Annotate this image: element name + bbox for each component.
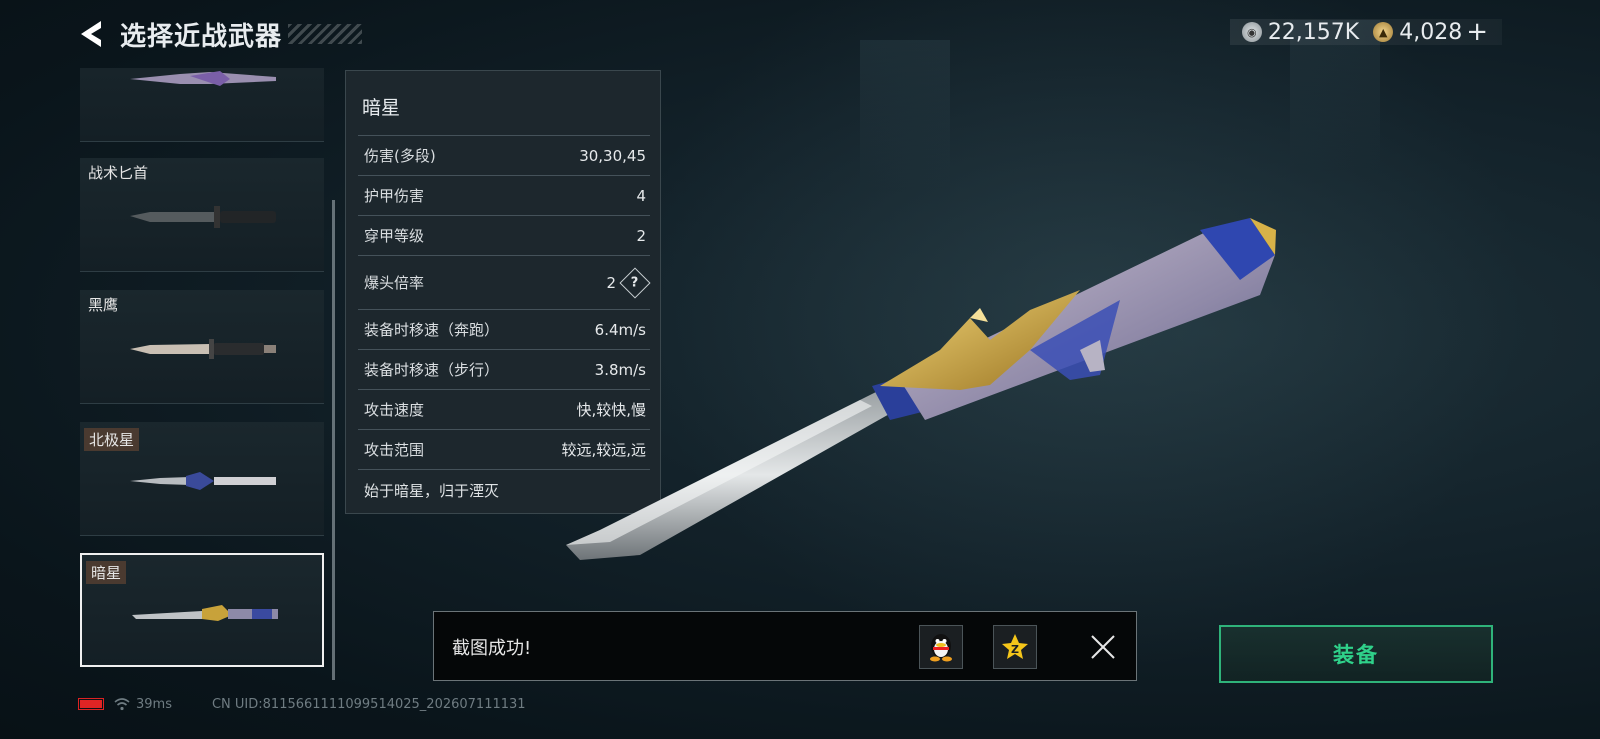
- weapon-info-title: 暗星: [362, 97, 401, 119]
- toast-message: 截图成功!: [452, 638, 532, 659]
- stat-label: 攻击范围: [364, 441, 425, 459]
- gold-coin-icon: ▲: [1373, 22, 1394, 42]
- knife-thumbnail-icon: [130, 71, 276, 86]
- close-icon[interactable]: [1086, 630, 1120, 664]
- back-button[interactable]: [78, 17, 108, 51]
- silver-currency-value: 22,157K: [1267, 19, 1360, 45]
- stat-label: 装备时移速（奔跑）: [364, 321, 500, 339]
- equip-button[interactable]: 装备: [1219, 625, 1493, 683]
- gold-currency-value: 4,028: [1399, 19, 1463, 45]
- weapon-card[interactable]: 黑鹰: [80, 290, 324, 404]
- stat-row: 伤害(多段) 30,30,45: [358, 135, 650, 175]
- weapon-name: 暗星: [86, 561, 127, 584]
- background-pillar: [860, 40, 950, 190]
- list-scrollbar[interactable]: [332, 200, 335, 680]
- battery-icon: [78, 698, 104, 710]
- weapon-list[interactable]: 战术匕首 黑鹰 北极星 暗星: [78, 68, 330, 688]
- stat-label: 伤害(多段): [364, 147, 436, 165]
- knife-thumbnail-icon: [130, 206, 276, 228]
- title-decoration: [288, 24, 363, 44]
- stat-value: 30,30,45: [579, 146, 646, 165]
- toast-notification: 截图成功! Z: [433, 611, 1137, 681]
- svg-text:Z: Z: [1011, 643, 1019, 656]
- stat-label: 穿甲等级: [364, 227, 425, 245]
- stat-label: 攻击速度: [364, 401, 425, 419]
- equip-label: 装备: [1333, 643, 1379, 667]
- knife-thumbnail-icon: [130, 339, 276, 359]
- currency-bar: ◉ 22,157K ▲ 4,028 +: [1229, 19, 1502, 45]
- weapon-card-selected[interactable]: 暗星: [80, 553, 324, 667]
- qq-penguin-icon: [930, 634, 952, 662]
- status-bar: 39ms CN UID:8115661111099514025_20260711…: [78, 696, 526, 712]
- qzone-star-icon: Z: [1002, 634, 1028, 659]
- weapon-card[interactable]: [80, 68, 324, 142]
- add-currency-button[interactable]: +: [1466, 19, 1488, 45]
- stat-label: 爆头倍率: [364, 274, 425, 292]
- weapon-name: 战术匕首: [88, 164, 149, 182]
- weapon-name: 黑鹰: [88, 296, 119, 314]
- page-title: 选择近战武器: [120, 21, 283, 52]
- ping-value: 39ms: [136, 696, 172, 712]
- share-qzone-button[interactable]: Z: [993, 625, 1037, 669]
- knife-thumbnail-icon: [132, 605, 278, 621]
- share-qq-button[interactable]: [919, 625, 963, 669]
- weapon-name: 北极星: [84, 428, 140, 451]
- knife-thumbnail-icon: [130, 472, 276, 490]
- stat-label: 装备时移速（步行）: [364, 361, 500, 379]
- wifi-icon: [114, 698, 130, 711]
- user-uid: CN UID:8115661111099514025_202607111131: [211, 696, 526, 712]
- silver-coin-icon: ◉: [1241, 22, 1262, 42]
- weapon-card[interactable]: 战术匕首: [80, 158, 324, 272]
- header: 选择近战武器: [78, 14, 363, 54]
- weapon-card[interactable]: 北极星: [80, 422, 324, 536]
- back-arrow-icon: [81, 21, 101, 47]
- weapon-preview-knife-icon: [566, 218, 1276, 560]
- stat-label: 护甲伤害: [364, 187, 425, 205]
